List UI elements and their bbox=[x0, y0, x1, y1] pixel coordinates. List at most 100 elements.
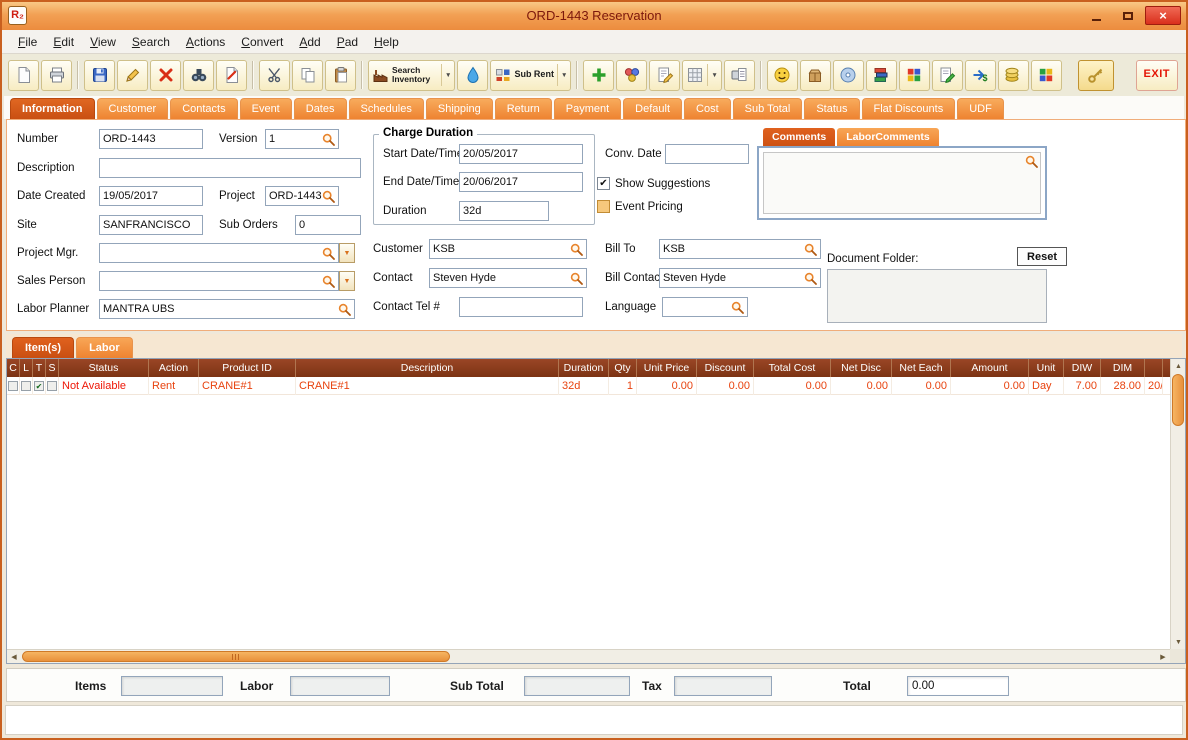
column-header-extra[interactable] bbox=[1145, 359, 1163, 377]
duration-field[interactable]: 32d bbox=[459, 201, 549, 221]
grid-options-button[interactable]: ▼ bbox=[682, 59, 722, 91]
labor-planner-lookup-icon[interactable] bbox=[338, 303, 351, 316]
tab-item-s[interactable]: Item(s) bbox=[12, 337, 75, 358]
tax-field[interactable] bbox=[674, 676, 772, 696]
column-header-status[interactable]: Status bbox=[59, 359, 149, 377]
tab-labor[interactable]: Labor bbox=[76, 337, 133, 358]
row-cell-status[interactable]: Not Available bbox=[59, 377, 149, 395]
row-cell-unit-price[interactable]: 0.00 bbox=[637, 377, 697, 395]
close-button[interactable]: × bbox=[1145, 6, 1181, 25]
sub-total-field[interactable] bbox=[524, 676, 630, 696]
contact-field[interactable]: Steven Hyde bbox=[429, 268, 587, 288]
grand-total-field[interactable]: 0.00 bbox=[907, 676, 1009, 696]
column-header-total-cost[interactable]: Total Cost bbox=[754, 359, 831, 377]
row-cell-net-disc[interactable]: 0.00 bbox=[831, 377, 892, 395]
tab-default[interactable]: Default bbox=[623, 98, 683, 119]
column-header-l[interactable]: L bbox=[20, 359, 33, 377]
row-cell-qty[interactable]: 1 bbox=[609, 377, 637, 395]
row-checkbox-l[interactable] bbox=[20, 377, 33, 395]
row-checkbox-t[interactable]: ✔ bbox=[33, 377, 46, 395]
color-cubes-2-button[interactable] bbox=[1030, 59, 1062, 91]
column-header-dim[interactable]: DIM bbox=[1101, 359, 1145, 377]
language-lookup-icon[interactable] bbox=[731, 301, 744, 314]
tab-information[interactable]: Information bbox=[10, 98, 95, 119]
tab-flat-discounts[interactable]: Flat Discounts bbox=[861, 98, 956, 119]
paste-button[interactable] bbox=[325, 59, 356, 91]
delete-button[interactable] bbox=[150, 59, 181, 91]
start-date-field[interactable]: 20/05/2017 bbox=[459, 144, 583, 164]
bill-contact-field[interactable]: Steven Hyde bbox=[659, 268, 821, 288]
column-header-c[interactable]: C bbox=[7, 359, 20, 377]
tab-contacts[interactable]: Contacts bbox=[170, 98, 238, 119]
bill-to-field[interactable]: KSB bbox=[659, 239, 821, 259]
project-field[interactable]: ORD-1443 bbox=[265, 186, 339, 206]
column-header-description[interactable]: Description bbox=[296, 359, 559, 377]
new-document-button[interactable] bbox=[8, 59, 39, 91]
column-header-action[interactable]: Action bbox=[149, 359, 199, 377]
key-tool-button[interactable] bbox=[1077, 59, 1114, 91]
column-header-unit[interactable]: Unit bbox=[1029, 359, 1064, 377]
grid-options-dropdown-arrow[interactable]: ▼ bbox=[707, 64, 718, 86]
scroll-down-arrow[interactable]: ▼ bbox=[1171, 635, 1186, 649]
customer-field[interactable]: KSB bbox=[429, 239, 587, 259]
menu-item-help[interactable]: Help bbox=[366, 32, 407, 52]
labor-planner-field[interactable]: MANTRA UBS bbox=[99, 299, 355, 319]
horizontal-scrollbar[interactable]: ◀ ▶ bbox=[7, 649, 1170, 663]
binoculars-button[interactable] bbox=[183, 59, 214, 91]
column-header-amount[interactable]: Amount bbox=[951, 359, 1029, 377]
customer-lookup-icon[interactable] bbox=[570, 243, 583, 256]
cut-button[interactable] bbox=[259, 59, 290, 91]
grid-data-row[interactable]: ✔ Not Available Rent CRANE#1 CRANE#1 32d 1 0.00… bbox=[7, 377, 1170, 395]
row-checkbox-c[interactable] bbox=[7, 377, 20, 395]
tab-udf[interactable]: UDF bbox=[957, 98, 1004, 119]
sales-person-field[interactable] bbox=[99, 271, 339, 291]
money-coins-button[interactable] bbox=[997, 59, 1029, 91]
project-mgr-lookup-icon[interactable] bbox=[322, 247, 335, 260]
row-cell-duration[interactable]: 32d bbox=[559, 377, 609, 395]
comments-lookup-icon[interactable] bbox=[1025, 155, 1038, 173]
edit-pencil-button[interactable] bbox=[117, 59, 148, 91]
end-date-field[interactable]: 20/06/2017 bbox=[459, 172, 583, 192]
scroll-left-arrow[interactable]: ◀ bbox=[7, 650, 21, 664]
column-header-discount[interactable]: Discount bbox=[697, 359, 754, 377]
menu-item-convert[interactable]: Convert bbox=[233, 32, 291, 52]
minimize-button[interactable] bbox=[1083, 6, 1110, 25]
reset-button[interactable]: Reset bbox=[1017, 247, 1067, 266]
column-header-qty[interactable]: Qty bbox=[609, 359, 637, 377]
column-header-duration[interactable]: Duration bbox=[559, 359, 609, 377]
row-cell-total-cost[interactable]: 0.00 bbox=[754, 377, 831, 395]
maximize-button[interactable] bbox=[1114, 6, 1141, 25]
export-dollar-button[interactable]: $ bbox=[964, 59, 996, 91]
row-cell-action[interactable]: Rent bbox=[149, 377, 199, 395]
row-cell-product-id[interactable]: CRANE#1 bbox=[199, 377, 296, 395]
edit-note-green-button[interactable] bbox=[931, 59, 963, 91]
column-header-diw[interactable]: DIW bbox=[1064, 359, 1101, 377]
column-header-t[interactable]: T bbox=[33, 359, 46, 377]
sales-person-lookup-icon[interactable] bbox=[322, 275, 335, 288]
row-cell-extra[interactable]: 20/0 bbox=[1145, 377, 1163, 395]
row-cell-amount[interactable]: 0.00 bbox=[951, 377, 1029, 395]
version-lookup-icon[interactable] bbox=[322, 133, 335, 146]
horizontal-scroll-thumb[interactable] bbox=[22, 651, 450, 662]
column-header-unit-price[interactable]: Unit Price bbox=[637, 359, 697, 377]
menu-item-actions[interactable]: Actions bbox=[178, 32, 233, 52]
color-cubes-button[interactable] bbox=[898, 59, 930, 91]
tab-comments[interactable]: Comments bbox=[763, 128, 836, 146]
column-header-product-id[interactable]: Product ID bbox=[199, 359, 296, 377]
receive-package-button[interactable] bbox=[799, 59, 831, 91]
language-field[interactable] bbox=[662, 297, 748, 317]
sales-person-dropdown[interactable]: ▼ bbox=[339, 271, 355, 291]
site-field[interactable]: SANFRANCISCO bbox=[99, 215, 203, 235]
tab-payment[interactable]: Payment bbox=[553, 98, 622, 119]
tab-dates[interactable]: Dates bbox=[293, 98, 347, 119]
tab-sub-total[interactable]: Sub Total bbox=[732, 98, 803, 119]
paint-drop-button[interactable] bbox=[457, 59, 489, 91]
project-lookup-icon[interactable] bbox=[322, 190, 335, 203]
project-mgr-dropdown[interactable]: ▼ bbox=[339, 243, 355, 263]
add-item-button[interactable] bbox=[583, 59, 615, 91]
column-header-net-disc[interactable]: Net Disc bbox=[831, 359, 892, 377]
row-cell-description[interactable]: CRANE#1 bbox=[296, 377, 559, 395]
exit-button[interactable]: EXIT bbox=[1135, 59, 1178, 91]
row-cell-unit[interactable]: Day bbox=[1029, 377, 1064, 395]
sub-orders-field[interactable]: 0 bbox=[295, 215, 361, 235]
